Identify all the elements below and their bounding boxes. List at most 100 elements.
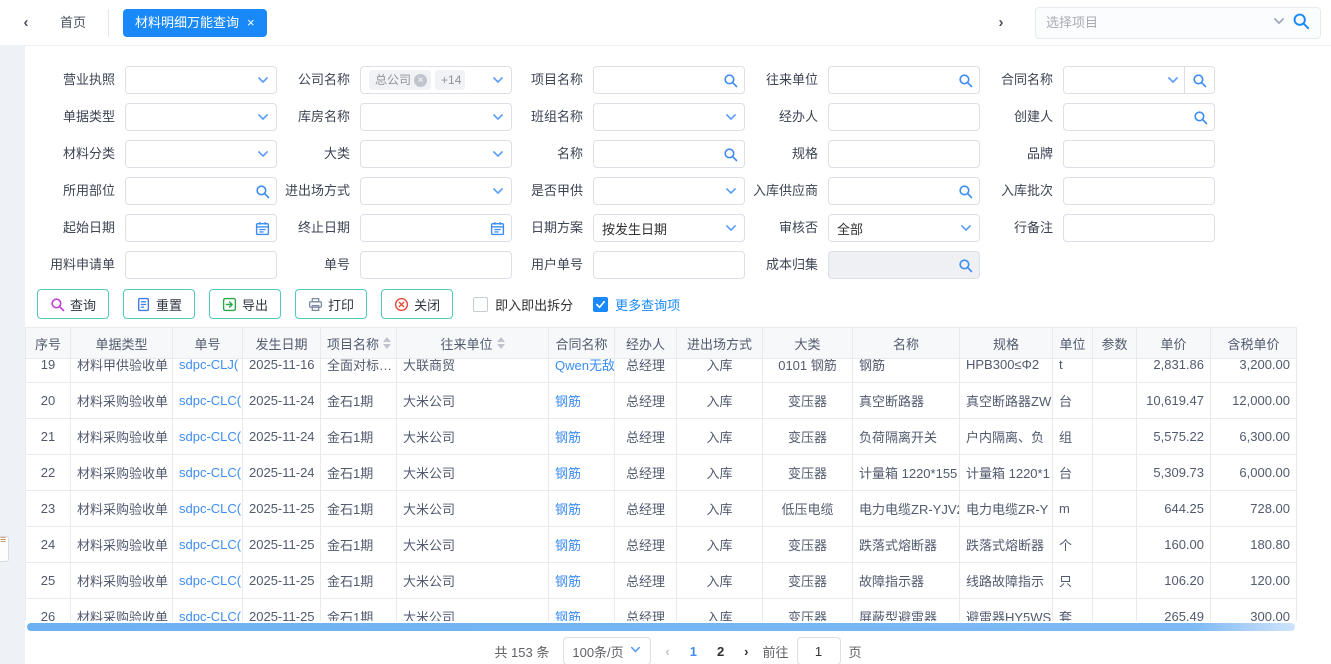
chevron-down-icon[interactable] xyxy=(491,110,505,124)
filter-input[interactable] xyxy=(602,184,720,199)
next-page-icon[interactable]: › xyxy=(744,644,748,659)
table-cell-link[interactable]: 钢筋 xyxy=(549,419,615,455)
filter-input[interactable] xyxy=(602,73,719,88)
filter-input[interactable] xyxy=(134,73,252,88)
calendar-icon[interactable] xyxy=(255,221,270,236)
chevron-down-icon[interactable] xyxy=(1166,73,1180,87)
sort-arrows-icon[interactable] xyxy=(497,337,505,349)
toolbar-button[interactable]: 重置 xyxy=(123,289,195,319)
chevron-down-icon[interactable] xyxy=(724,184,738,198)
filter-input-box[interactable] xyxy=(125,177,277,205)
table-row[interactable]: 22材料采购验收单sdpc-CLC(2025-11-24金石1期大米公司钢筋总经… xyxy=(26,455,1297,491)
table-row[interactable]: 24材料采购验收单sdpc-CLC(2025-11-25金石1期大米公司钢筋总经… xyxy=(26,527,1297,563)
chevron-down-icon[interactable] xyxy=(959,221,973,235)
table-cell-link[interactable]: sdpc-CLC( xyxy=(173,419,243,455)
filter-input[interactable] xyxy=(134,258,270,273)
chevron-down-icon[interactable] xyxy=(629,643,642,659)
table-row[interactable]: 23材料采购验收单sdpc-CLC(2025-11-25金石1期大米公司钢筋总经… xyxy=(26,491,1297,527)
tab-close-icon[interactable]: × xyxy=(247,9,255,37)
filter-input[interactable] xyxy=(134,184,251,199)
table-cell-link[interactable]: 钢筋 xyxy=(549,563,615,599)
filter-input-box[interactable] xyxy=(1063,140,1215,168)
filter-input-box[interactable] xyxy=(828,251,980,279)
page-number-button[interactable]: 2 xyxy=(717,644,724,659)
search-icon[interactable] xyxy=(958,258,973,273)
filter-input[interactable] xyxy=(1072,110,1189,125)
filter-input-box[interactable] xyxy=(360,214,512,242)
chevron-down-icon[interactable] xyxy=(491,184,505,198)
page-size-select[interactable]: 100条/页 xyxy=(563,637,651,664)
horizontal-scrollbar[interactable] xyxy=(27,623,1295,631)
table-cell-link[interactable]: 钢筋 xyxy=(549,527,615,563)
chevron-down-icon[interactable] xyxy=(256,147,270,161)
filter-input-box[interactable] xyxy=(125,103,277,131)
filter-input-box[interactable]: 总公司×+14 xyxy=(360,66,512,94)
collapsed-panel-handle[interactable]: ☰ xyxy=(0,536,9,562)
chevron-down-icon[interactable] xyxy=(491,147,505,161)
filter-input-box[interactable] xyxy=(828,103,980,131)
table-cell-link[interactable]: sdpc-CLC( xyxy=(173,527,243,563)
filter-input[interactable] xyxy=(837,147,973,162)
filter-input-box[interactable] xyxy=(1063,103,1215,131)
filter-input-box[interactable] xyxy=(828,177,980,205)
search-icon[interactable] xyxy=(1292,12,1310,33)
filter-input-box[interactable] xyxy=(125,66,277,94)
filter-input[interactable] xyxy=(369,110,487,125)
filter-input[interactable] xyxy=(369,221,486,236)
table-row[interactable]: 21材料采购验收单sdpc-CLC(2025-11-24金石1期大米公司钢筋总经… xyxy=(26,419,1297,455)
filter-input-box[interactable] xyxy=(828,66,980,94)
filter-input-box[interactable] xyxy=(593,103,745,131)
table-cell-link[interactable]: sdpc-CLC( xyxy=(173,455,243,491)
table-row[interactable]: 25材料采购验收单sdpc-CLC(2025-11-25金石1期大米公司钢筋总经… xyxy=(26,563,1297,599)
filter-input[interactable] xyxy=(369,258,505,273)
table-cell-link[interactable]: sdpc-CLC( xyxy=(173,563,243,599)
filter-input[interactable] xyxy=(134,110,252,125)
filter-input[interactable] xyxy=(369,147,487,162)
table-cell-link[interactable]: 钢筋 xyxy=(549,383,615,419)
filter-input-box[interactable] xyxy=(593,251,745,279)
filter-input-box[interactable] xyxy=(593,140,745,168)
filter-input-box[interactable] xyxy=(593,66,745,94)
filter-input[interactable] xyxy=(837,110,973,125)
filter-input[interactable] xyxy=(134,221,251,236)
tag-remove-icon[interactable]: × xyxy=(414,74,427,87)
filter-input[interactable] xyxy=(602,221,720,236)
column-header[interactable]: 项目名称 xyxy=(321,328,397,359)
table-cell-link[interactable]: 钢筋 xyxy=(549,491,615,527)
calendar-icon[interactable] xyxy=(490,221,505,236)
tab-home[interactable]: 首页 xyxy=(38,9,109,37)
filter-input[interactable] xyxy=(602,147,719,162)
filter-input[interactable] xyxy=(837,73,954,88)
filter-input-box[interactable] xyxy=(125,214,277,242)
filter-input[interactable] xyxy=(837,184,954,199)
table-cell-link[interactable]: Qwen无敌 xyxy=(549,359,615,383)
toolbar-button[interactable]: 关闭 xyxy=(381,289,453,319)
back-chevron-icon[interactable]: ‹ xyxy=(14,14,38,31)
toolbar-checkbox[interactable]: 更多查询项 xyxy=(593,295,680,314)
search-icon[interactable] xyxy=(1184,67,1214,93)
filter-input-box[interactable] xyxy=(360,140,512,168)
table-cell-link[interactable]: sdpc-CLC( xyxy=(173,383,243,419)
chevron-down-icon[interactable] xyxy=(256,110,270,124)
checkbox-checked-icon[interactable] xyxy=(593,297,608,312)
project-select[interactable] xyxy=(1035,7,1321,39)
filter-input[interactable] xyxy=(837,258,954,273)
filter-input-box[interactable] xyxy=(360,251,512,279)
table-cell-link[interactable]: sdpc-CLC( xyxy=(173,599,243,622)
filter-input-box[interactable] xyxy=(125,251,277,279)
filter-input[interactable] xyxy=(1072,73,1162,88)
sort-arrows-icon[interactable] xyxy=(383,337,391,349)
filter-input-box[interactable] xyxy=(1063,66,1215,94)
search-icon[interactable] xyxy=(958,73,973,88)
toolbar-button[interactable]: 查询 xyxy=(37,289,109,319)
filter-input[interactable] xyxy=(134,147,252,162)
table-cell-link[interactable]: 钢筋 xyxy=(549,455,615,491)
filter-input-box[interactable] xyxy=(1063,214,1215,242)
tab-material-query[interactable]: 材料明细万能查询 × xyxy=(123,9,267,37)
filter-input[interactable] xyxy=(837,221,955,236)
chevron-down-icon[interactable] xyxy=(491,73,505,87)
search-icon[interactable] xyxy=(255,184,270,199)
filter-input-box[interactable] xyxy=(593,214,745,242)
toolbar-checkbox[interactable]: 即入即出拆分 xyxy=(473,295,573,314)
checkbox-unchecked-icon[interactable] xyxy=(473,297,488,312)
